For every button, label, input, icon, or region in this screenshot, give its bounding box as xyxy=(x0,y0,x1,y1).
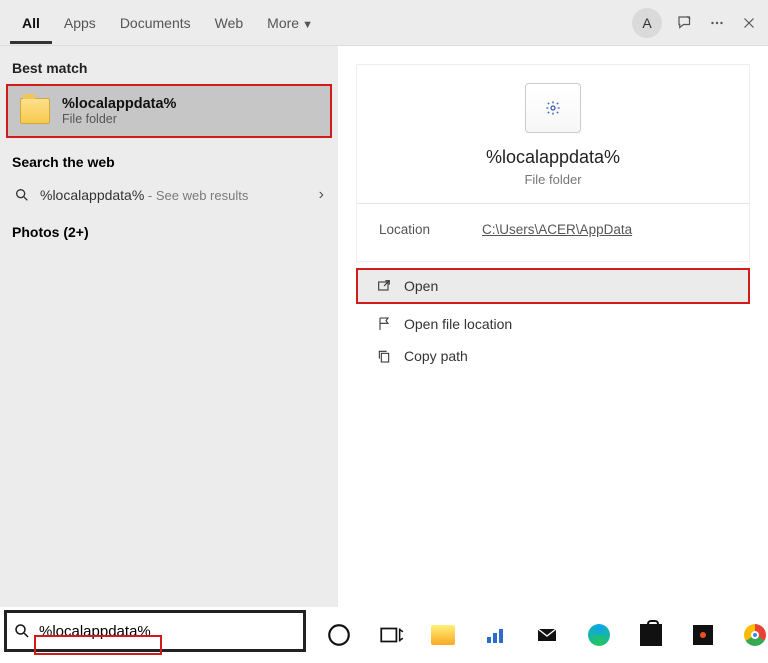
action-open[interactable]: Open xyxy=(356,268,750,304)
search-icon xyxy=(14,187,30,203)
preview-title: %localappdata% xyxy=(357,147,749,168)
folder-large-icon xyxy=(525,83,581,133)
search-input[interactable] xyxy=(39,623,303,640)
location-icon xyxy=(376,316,392,332)
best-match-subtitle: File folder xyxy=(62,112,176,126)
chrome-icon[interactable] xyxy=(742,622,768,648)
copy-icon xyxy=(376,348,392,364)
best-match-label: Best match xyxy=(0,56,338,82)
search-box[interactable] xyxy=(4,610,306,652)
chevron-down-icon: ▼ xyxy=(302,19,313,31)
taskbar xyxy=(0,607,768,663)
microsoft-store-icon[interactable] xyxy=(638,622,664,648)
chevron-right-icon: › xyxy=(319,186,324,204)
tab-web[interactable]: Web xyxy=(203,1,256,44)
cortana-icon[interactable] xyxy=(326,622,352,648)
file-explorer-icon[interactable] xyxy=(430,622,456,648)
network-icon[interactable] xyxy=(482,622,508,648)
web-hint: - See web results xyxy=(144,188,248,203)
more-options-icon[interactable] xyxy=(708,14,726,32)
preview-subtitle: File folder xyxy=(357,172,749,187)
preview-panel: %localappdata% File folder Location C:\U… xyxy=(338,46,768,607)
location-label: Location xyxy=(379,222,430,237)
close-icon[interactable] xyxy=(740,14,758,32)
search-web-item[interactable]: %localappdata% - See web results › xyxy=(0,176,338,214)
photos-label[interactable]: Photos (2+) xyxy=(0,214,338,240)
action-open-location[interactable]: Open file location xyxy=(356,308,750,340)
user-avatar[interactable]: A xyxy=(632,8,662,38)
search-tab-bar: All Apps Documents Web More▼ A xyxy=(0,0,768,46)
best-match-title: %localappdata% xyxy=(62,96,176,112)
edge-icon[interactable] xyxy=(586,622,612,648)
tab-apps[interactable]: Apps xyxy=(52,1,108,44)
tab-documents[interactable]: Documents xyxy=(108,1,203,44)
open-icon xyxy=(376,278,392,294)
search-icon xyxy=(13,622,31,640)
tab-all[interactable]: All xyxy=(10,1,52,44)
feedback-icon[interactable] xyxy=(676,14,694,32)
location-path[interactable]: C:\Users\ACER\AppData xyxy=(482,222,632,237)
best-match-item[interactable]: %localappdata% File folder xyxy=(6,84,332,138)
tab-more[interactable]: More▼ xyxy=(255,1,325,44)
search-web-label: Search the web xyxy=(0,148,338,176)
folder-icon xyxy=(20,98,50,124)
results-panel: Best match %localappdata% File folder Se… xyxy=(0,46,338,607)
web-query: %localappdata% xyxy=(40,187,144,203)
gear-icon xyxy=(545,100,561,116)
figma-icon[interactable] xyxy=(690,622,716,648)
action-copy-path[interactable]: Copy path xyxy=(356,340,750,372)
task-view-icon[interactable] xyxy=(378,622,404,648)
mail-icon[interactable] xyxy=(534,622,560,648)
